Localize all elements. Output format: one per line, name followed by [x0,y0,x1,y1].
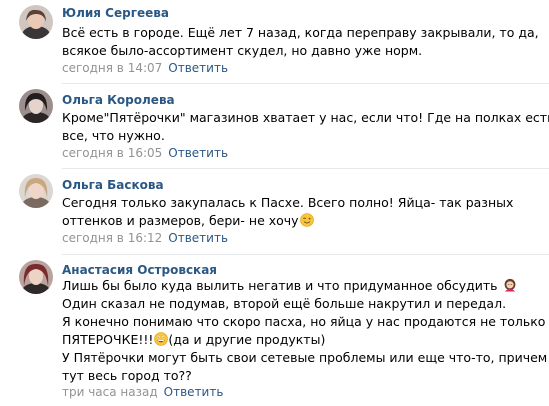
woman-emoji [504,278,515,292]
avatar[interactable] [19,174,53,208]
comment-text-line: У Пятёрочки могут быть свои сетевые проб… [62,350,548,365]
reply-link[interactable]: Ответить [164,385,224,399]
comment-timestamp[interactable]: сегодня в 16:12 [62,231,162,245]
comment-text: Всё есть в городе. Ещё лет 7 назад, когд… [62,24,542,60]
avatar[interactable] [19,260,53,294]
comment-text-fragment: ПЯТЕРОЧКЕ!!! [62,332,154,347]
comment-text-fragment: оттенков и размеров, бери- не хочу [62,213,299,228]
comment-timestamp[interactable]: сегодня в 16:05 [62,146,162,160]
comment-text-line: тут весь город то?? [62,368,192,383]
comment-timestamp[interactable]: сегодня в 14:07 [62,61,162,75]
avatar[interactable] [19,5,53,39]
comment-text-fragment: Лишь бы было куда вылить негатив и что п… [62,278,498,293]
comment-divider [62,83,549,84]
comment-divider [62,168,549,169]
comment-timestamp[interactable]: три часа назад [62,385,158,399]
comment-author-link[interactable]: Юлия Сергеева [62,6,169,20]
comment-text: Сегодня только закупалась к Пасхе. Всего… [62,194,542,230]
comment-text-line: Кроме"Пятёрочки" магазинов хватает у нас… [62,110,549,125]
comment-meta: сегодня в 14:07 Ответить [62,61,228,75]
reply-link[interactable]: Ответить [168,146,228,160]
comment-meta: три часа назад Ответить [62,385,223,399]
comment-author-link[interactable]: Ольга Баскова [62,178,164,192]
reply-link[interactable]: Ответить [168,231,228,245]
comment-text-line: оттенков и размеров, бери- не хочу [62,212,542,230]
avatar[interactable] [19,89,53,123]
reply-link[interactable]: Ответить [168,61,228,75]
comment-text: Лишь бы было куда вылить негатив и что п… [62,277,549,385]
comment-text-line: Всё есть в городе. Ещё лет 7 назад, когд… [62,25,539,40]
comment-text-line: Лишь бы было куда вылить негатив и что п… [62,277,542,295]
comment-author-link[interactable]: Ольга Королева [62,93,175,107]
grinning-face-emoji [154,332,169,346]
comment-text-line: Я конечно понимаю что скоро пасха, но яй… [62,314,549,329]
comment-text-line: всякое было-ассортимент скудел, но давно… [62,43,423,58]
comment-text-line: все, что нужно. [62,128,165,143]
winking-face-emoji [299,213,314,227]
comment-meta: сегодня в 16:12 Ответить [62,231,228,245]
comment-author-link[interactable]: Анастасия Островская [62,263,217,277]
comment-text-line: Сегодня только закупалась к Пасхе. Всего… [62,195,514,210]
comment-text-fragment: (да и другие продукты) [168,332,326,347]
comment-text-line: ПЯТЕРОЧКЕ!!! (да и другие продукты) [62,331,542,349]
comment-meta: сегодня в 16:05 Ответить [62,146,228,160]
comment-text-line: Один сказал не подумав, второй ещё больш… [62,296,507,311]
comment-text: Кроме"Пятёрочки" магазинов хватает у нас… [62,109,549,145]
comment-divider [62,254,549,255]
